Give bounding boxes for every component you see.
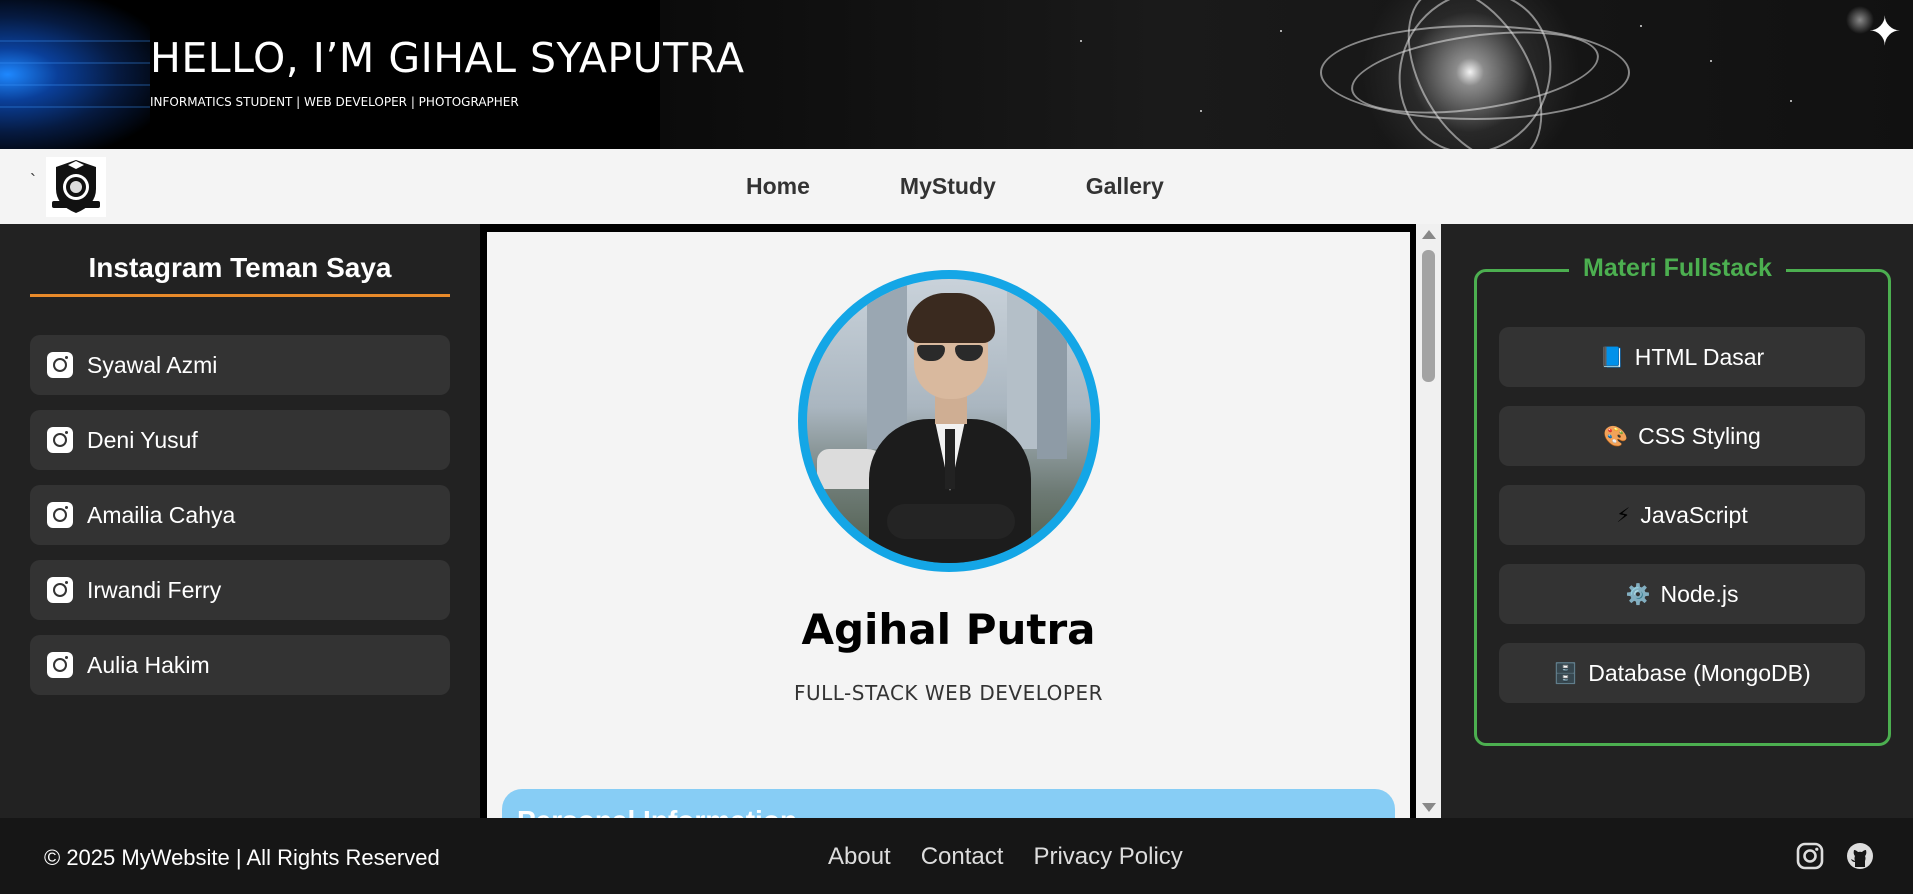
friend-name: Deni Yusuf <box>87 426 198 453</box>
material-nodejs[interactable]: ⚙️ Node.js <box>1499 564 1865 624</box>
friend-name: Amailia Cahya <box>87 501 236 528</box>
section-heading: Personal Information <box>517 805 797 818</box>
profile-photo <box>807 279 1091 563</box>
hero-banner: ✦ HELLO, I’M GIHAL SYAPUTRA INFORMATICS … <box>0 0 1913 149</box>
left-sidebar: Instagram Teman Saya Syawal Azmi Deni Yu… <box>0 224 480 818</box>
nav-gallery[interactable]: Gallery <box>1086 173 1164 200</box>
profile-name: Agihal Putra <box>801 605 1096 654</box>
friend-name: Syawal Azmi <box>87 351 218 378</box>
banner-title: HELLO, I’M GIHAL SYAPUTRA <box>150 34 745 82</box>
footer-link-about[interactable]: About <box>828 843 891 871</box>
scroll-up-icon[interactable] <box>1422 230 1436 239</box>
scroll-down-icon[interactable] <box>1422 803 1436 812</box>
instagram-icon <box>47 652 73 678</box>
friend-link[interactable]: Syawal Azmi <box>30 335 450 395</box>
blue-light-graphic <box>0 0 150 149</box>
material-label: Node.js <box>1660 580 1739 607</box>
instagram-icon <box>47 352 73 378</box>
sidebar-heading: Instagram Teman Saya <box>88 252 392 283</box>
friend-link[interactable]: Amailia Cahya <box>30 485 450 545</box>
material-javascript[interactable]: ⚡ JavaScript <box>1499 485 1865 545</box>
gear-icon: ⚙️ <box>1625 582 1651 606</box>
material-label: JavaScript <box>1640 501 1748 528</box>
profile-content[interactable]: Agihal Putra FULL-STACK WEB DEVELOPER Pe… <box>487 232 1410 818</box>
personal-info-section: Personal Information <box>502 789 1395 818</box>
footer-link-privacy[interactable]: Privacy Policy <box>1033 843 1182 871</box>
instagram-icon <box>47 427 73 453</box>
instagram-icon[interactable] <box>1795 841 1825 871</box>
profile-avatar <box>798 270 1100 572</box>
nav-home[interactable]: Home <box>746 173 810 200</box>
nav-links: Home MyStudy Gallery <box>746 149 1254 224</box>
navbar: ` Home MyStudy Gallery <box>0 149 1913 224</box>
github-icon[interactable] <box>1845 841 1875 871</box>
material-css[interactable]: 🎨 CSS Styling <box>1499 406 1865 466</box>
nav-mystudy[interactable]: MyStudy <box>900 173 996 200</box>
scroll-thumb[interactable] <box>1422 250 1435 382</box>
content-scrollbar[interactable] <box>1416 224 1441 818</box>
material-label: HTML Dasar <box>1634 343 1765 370</box>
lightning-icon: ⚡ <box>1616 503 1631 527</box>
friend-name: Aulia Hakim <box>87 651 210 678</box>
file-cabinet-icon: 🗄️ <box>1553 661 1579 685</box>
content-frame: Agihal Putra FULL-STACK WEB DEVELOPER Pe… <box>480 224 1441 818</box>
heading-divider <box>30 294 450 297</box>
footer-links: About Contact Privacy Policy <box>828 843 1213 871</box>
instagram-icon <box>47 502 73 528</box>
material-database[interactable]: 🗄️ Database (MongoDB) <box>1499 643 1865 703</box>
material-html[interactable]: 📘 HTML Dasar <box>1499 327 1865 387</box>
instagram-icon <box>47 577 73 603</box>
right-sidebar: Materi Fullstack 📘 HTML Dasar 🎨 CSS Styl… <box>1441 224 1913 818</box>
materials-title: Materi Fullstack <box>1569 254 1786 283</box>
galaxy-background <box>660 0 1913 149</box>
friend-name: Irwandi Ferry <box>87 576 222 603</box>
friend-link[interactable]: Deni Yusuf <box>30 410 450 470</box>
palette-icon: 🎨 <box>1603 424 1629 448</box>
profile-role: FULL-STACK WEB DEVELOPER <box>793 681 1104 705</box>
copyright-text: © 2025 MyWebsite | All Rights Reserved <box>44 845 440 870</box>
friend-link[interactable]: Irwandi Ferry <box>30 560 450 620</box>
site-footer: © 2025 MyWebsite | All Rights Reserved A… <box>0 818 1913 894</box>
book-icon: 📘 <box>1599 345 1625 369</box>
sparkle-icon: ✦ <box>1868 9 1902 55</box>
banner-subtitle: INFORMATICS STUDENT | WEB DEVELOPER | PH… <box>150 95 519 109</box>
footer-link-contact[interactable]: Contact <box>921 843 1004 871</box>
university-logo[interactable] <box>46 157 106 217</box>
stray-character: ` <box>30 171 36 191</box>
material-label: CSS Styling <box>1638 422 1761 449</box>
material-label: Database (MongoDB) <box>1588 659 1811 686</box>
friend-link[interactable]: Aulia Hakim <box>30 635 450 695</box>
